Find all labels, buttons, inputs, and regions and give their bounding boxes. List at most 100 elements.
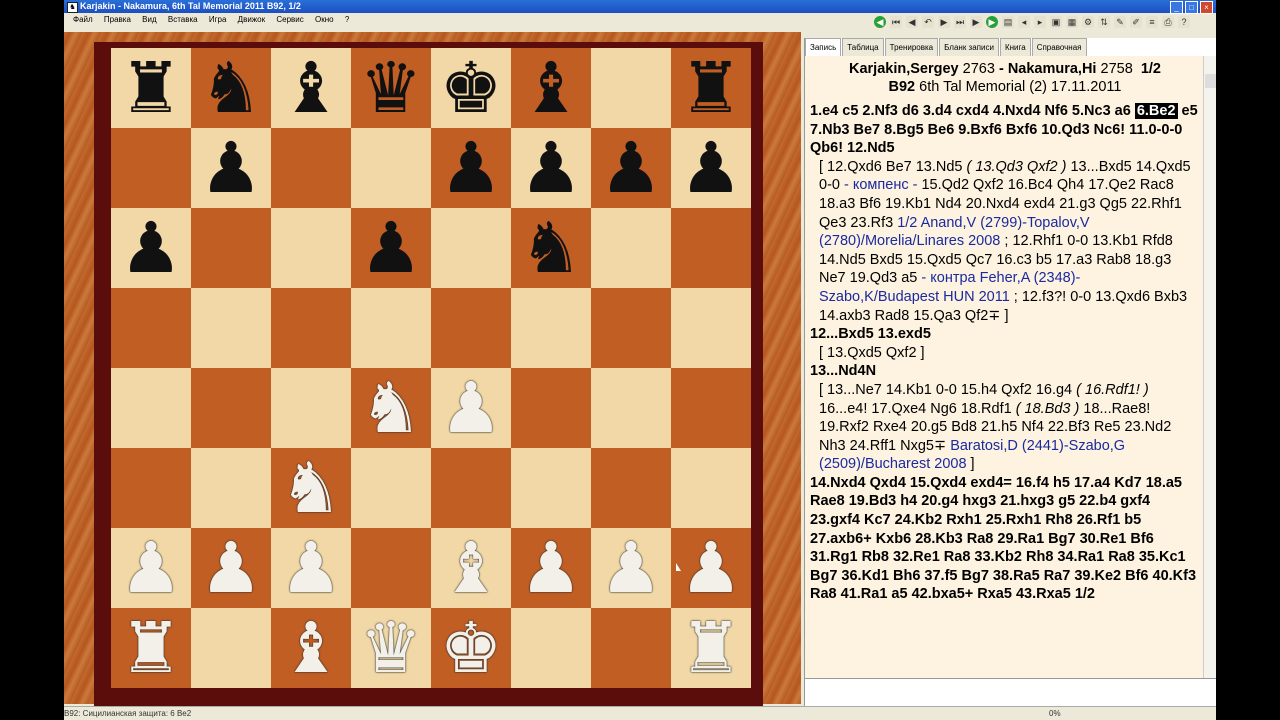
square-h7[interactable]: ♟ — [671, 128, 751, 208]
square-g3[interactable] — [591, 448, 671, 528]
square-e5[interactable] — [431, 288, 511, 368]
square-f5[interactable] — [511, 288, 591, 368]
square-a4[interactable] — [111, 368, 191, 448]
tab-training[interactable]: Тренировка — [884, 38, 939, 56]
white-piece-icon[interactable]: ♟ — [600, 528, 663, 608]
black-piece-icon[interactable]: ♟ — [680, 128, 743, 208]
square-g8[interactable] — [591, 48, 671, 128]
square-e6[interactable] — [431, 208, 511, 288]
square-c2[interactable]: ♟ — [271, 528, 351, 608]
help-icon[interactable]: ? — [1178, 16, 1190, 28]
new-game-icon[interactable]: ▤ — [1002, 16, 1014, 28]
next-icon[interactable]: ⏭ — [954, 16, 966, 28]
notation-icon[interactable]: ≡ — [1146, 16, 1158, 28]
black-piece-icon[interactable]: ♞ — [520, 208, 583, 288]
square-c7[interactable] — [271, 128, 351, 208]
square-c1[interactable]: ♝ — [271, 608, 351, 688]
square-g2[interactable]: ♟ — [591, 528, 671, 608]
square-d3[interactable] — [351, 448, 431, 528]
black-piece-icon[interactable]: ♜ — [680, 48, 743, 128]
square-h8[interactable]: ♜ — [671, 48, 751, 128]
var3-d[interactable]: ] — [967, 456, 975, 472]
main-line-2[interactable]: 12...Bxd5 13.exd5 — [810, 325, 1200, 344]
white-piece-icon[interactable]: ♚ — [440, 608, 503, 688]
white-piece-icon[interactable]: ♝ — [280, 608, 343, 688]
prev-icon[interactable]: ◀ — [906, 16, 918, 28]
menu-game[interactable]: Игра — [209, 15, 227, 24]
close-icon[interactable]: × — [1200, 1, 1213, 14]
square-e1[interactable]: ♚ — [431, 608, 511, 688]
square-a6[interactable]: ♟ — [111, 208, 191, 288]
square-h3[interactable] — [671, 448, 751, 528]
square-d1[interactable]: ♛ — [351, 608, 431, 688]
white-piece-icon[interactable]: ♝ — [440, 528, 503, 608]
tab-notation[interactable]: Запись — [805, 38, 842, 56]
print-icon[interactable]: ⎙ — [1162, 16, 1174, 28]
square-c5[interactable] — [271, 288, 351, 368]
scroll-thumb[interactable] — [1205, 74, 1216, 88]
save-icon[interactable]: ▣ — [1050, 16, 1062, 28]
black-piece-icon[interactable]: ♟ — [440, 128, 503, 208]
forward-icon[interactable]: ▶ — [938, 16, 950, 28]
square-a3[interactable] — [111, 448, 191, 528]
square-e2[interactable]: ♝ — [431, 528, 511, 608]
white-piece-icon[interactable]: ♜ — [120, 608, 183, 688]
white-piece-icon[interactable]: ♟ — [200, 528, 263, 608]
menu-help[interactable]: ? — [345, 15, 349, 24]
square-f4[interactable] — [511, 368, 591, 448]
tab-scoresheet[interactable]: Бланк записи — [939, 38, 999, 56]
square-a7[interactable] — [111, 128, 191, 208]
square-f6[interactable]: ♞ — [511, 208, 591, 288]
white-piece-icon[interactable]: ♟ — [440, 368, 503, 448]
black-piece-icon[interactable]: ♛ — [360, 48, 423, 128]
square-a8[interactable]: ♜ — [111, 48, 191, 128]
square-d4[interactable]: ♞ — [351, 368, 431, 448]
black-piece-icon[interactable]: ♝ — [280, 48, 343, 128]
white-piece-icon[interactable]: ♜ — [680, 608, 743, 688]
square-b2[interactable]: ♟ — [191, 528, 271, 608]
flip-icon[interactable]: ⇅ — [1098, 16, 1110, 28]
square-c6[interactable] — [271, 208, 351, 288]
white-piece-icon[interactable]: ♛ — [360, 608, 423, 688]
white-piece-icon[interactable]: ♟ — [680, 528, 743, 608]
square-a2[interactable]: ♟ — [111, 528, 191, 608]
square-g1[interactable] — [591, 608, 671, 688]
menu-window[interactable]: Окно — [315, 15, 334, 24]
square-g4[interactable] — [591, 368, 671, 448]
menu-tools[interactable]: Сервис — [276, 15, 303, 24]
black-piece-icon[interactable]: ♟ — [520, 128, 583, 208]
square-f8[interactable]: ♝ — [511, 48, 591, 128]
var3-italic-2[interactable]: ( 18.Bd3 ) — [1016, 401, 1080, 417]
square-d7[interactable] — [351, 128, 431, 208]
square-f2[interactable]: ♟ — [511, 528, 591, 608]
menu-engine[interactable]: Движок — [238, 15, 265, 24]
black-piece-icon[interactable]: ♟ — [600, 128, 663, 208]
square-b8[interactable]: ♞ — [191, 48, 271, 128]
prev-game-icon[interactable]: ◂ — [1018, 16, 1030, 28]
square-d2[interactable] — [351, 528, 431, 608]
square-b7[interactable]: ♟ — [191, 128, 271, 208]
square-a5[interactable] — [111, 288, 191, 368]
chess-board[interactable]: ♜ ♞ ♝ ♛ ♚ ♝ ♜ ♟ ♟ ♟ ♟ ♟ ♟ ♟ ♞ ♞ ♟ ♞ ♟ ♟ ♟ ♝ ♟ ♟ ♟ ♜ ♝ ♛ ♚ ♜ — [111, 48, 753, 690]
square-e4[interactable]: ♟ — [431, 368, 511, 448]
tab-reference[interactable]: Справочная — [1031, 38, 1087, 56]
black-piece-icon[interactable]: ♟ — [360, 208, 423, 288]
black-piece-icon[interactable]: ♟ — [200, 128, 263, 208]
square-b6[interactable] — [191, 208, 271, 288]
tab-table[interactable]: Таблица — [842, 38, 884, 56]
variation-2[interactable]: [ 13.Qxd5 Qxf2 ] — [810, 344, 1200, 363]
edit-icon[interactable]: ✎ — [1114, 16, 1126, 28]
square-e7[interactable]: ♟ — [431, 128, 511, 208]
square-e3[interactable] — [431, 448, 511, 528]
square-b4[interactable] — [191, 368, 271, 448]
square-f3[interactable] — [511, 448, 591, 528]
main-line-1[interactable]: 1.e4 c5 2.Nf3 d6 3.d4 cxd4 4.Nxd4 Nf6 5.… — [810, 102, 1200, 158]
menu-file[interactable]: Файл — [73, 15, 93, 24]
settings-icon[interactable]: ⚙ — [1082, 16, 1094, 28]
square-f7[interactable]: ♟ — [511, 128, 591, 208]
tab-book[interactable]: Книга — [999, 38, 1031, 56]
menu-edit[interactable]: Правка — [104, 15, 131, 24]
pencil-icon[interactable]: ✐ — [1130, 16, 1142, 28]
minimize-icon[interactable]: _ — [1170, 1, 1183, 14]
square-a1[interactable]: ♜ — [111, 608, 191, 688]
